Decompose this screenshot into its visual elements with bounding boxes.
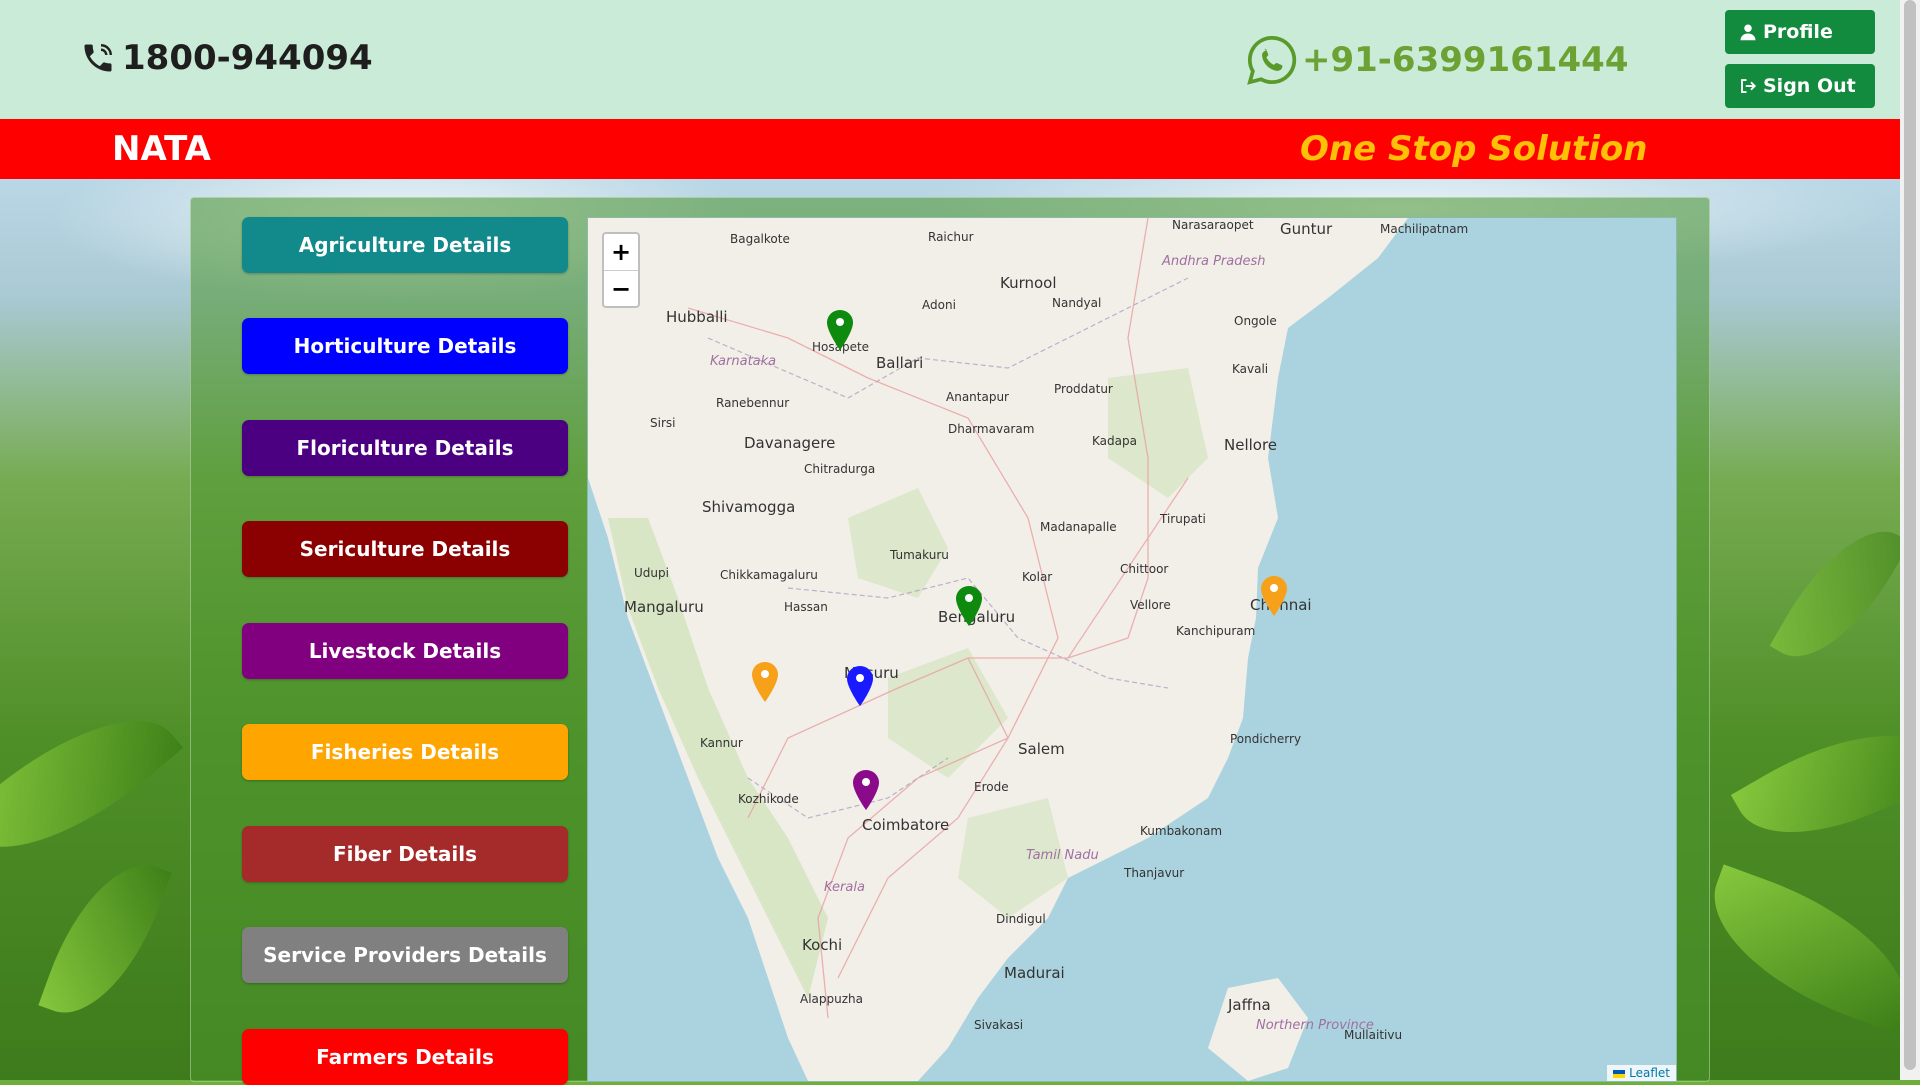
- map-label: Kochi: [802, 936, 843, 954]
- map-label: Dharmavaram: [948, 422, 1035, 436]
- map-label: Hassan: [784, 600, 828, 614]
- map-label: Kumbakonam: [1140, 824, 1223, 838]
- farmers-details-button[interactable]: Farmers Details: [242, 1029, 568, 1085]
- map-label: Chikkamagaluru: [720, 568, 818, 582]
- map-label: Anantapur: [946, 390, 1009, 404]
- zoom-out-button[interactable]: −: [604, 271, 638, 307]
- map-label: Thanjavur: [1124, 866, 1185, 880]
- service-providers-details-button[interactable]: Service Providers Details: [242, 927, 568, 983]
- brand-banner: NATA One Stop Solution: [0, 119, 1900, 179]
- map-label: Kavali: [1232, 362, 1269, 376]
- livestock-details-button[interactable]: Livestock Details: [242, 623, 568, 679]
- map-label: Mullaitivu: [1344, 1028, 1403, 1042]
- scrollbar-thumb[interactable]: [1904, 0, 1916, 1070]
- map-label: Ballari: [876, 354, 924, 372]
- sign-out-button-label: Sign Out: [1763, 75, 1856, 97]
- map-basemap: [588, 218, 1408, 1081]
- map-label: Sirsi: [650, 416, 676, 430]
- map-label: Kerala: [824, 880, 865, 895]
- map-label: Kurnool: [1000, 274, 1057, 292]
- map-label: Karnataka: [710, 354, 777, 369]
- map-label: Tirupati: [1160, 512, 1206, 526]
- sign-out-icon: [1741, 79, 1757, 93]
- helpline: 1800-944094: [80, 38, 373, 78]
- sericulture-details-button[interactable]: Sericulture Details: [242, 521, 568, 577]
- user-icon: [1740, 24, 1756, 41]
- phone-icon: [84, 44, 112, 72]
- marker-agriculture-bengaluru[interactable]: [956, 586, 982, 626]
- helpline-number: 1800-944094: [122, 38, 373, 78]
- fisheries-details-button[interactable]: Fisheries Details: [242, 724, 568, 780]
- map-label: Machilipatnam: [1380, 222, 1469, 236]
- fiber-details-button[interactable]: Fiber Details: [242, 826, 568, 882]
- map-label: Coimbatore: [862, 816, 950, 834]
- map-label: Erode: [974, 780, 1009, 794]
- map-label: Raichur: [928, 230, 974, 244]
- map-label: Madanapalle: [1040, 520, 1117, 534]
- map-label: Mangaluru: [624, 598, 704, 616]
- map-label: Bagalkote: [730, 232, 790, 246]
- map-label: Ongole: [1234, 314, 1277, 328]
- map-label: Dindigul: [996, 912, 1046, 926]
- sign-out-button[interactable]: Sign Out: [1725, 64, 1875, 108]
- map-label: Narasaraopet: [1172, 218, 1254, 232]
- map-label: Salem: [1018, 740, 1065, 758]
- top-contact-bar: 1800-944094 +91-6399161444 Profile Sign …: [0, 0, 1900, 119]
- map-attribution[interactable]: Leaflet: [1607, 1065, 1676, 1081]
- map-label: Nellore: [1224, 436, 1278, 454]
- map-label: Kadapa: [1092, 434, 1137, 448]
- map-label: Adoni: [922, 298, 956, 312]
- map-label: Alappuzha: [800, 992, 863, 1006]
- map-label: Kannur: [700, 736, 743, 750]
- map-label: Chittoor: [1120, 562, 1169, 576]
- map-label: Nandyal: [1052, 296, 1102, 310]
- marker-agriculture-hosapete[interactable]: [827, 310, 853, 350]
- profile-button[interactable]: Profile: [1725, 10, 1875, 54]
- agriculture-details-button[interactable]: Agriculture Details: [242, 217, 568, 273]
- floriculture-details-button[interactable]: Floriculture Details: [242, 420, 568, 476]
- map-label: Udupi: [634, 566, 669, 580]
- map-label: Hubballi: [666, 308, 728, 326]
- map-label: Tamil Nadu: [1026, 848, 1099, 863]
- map-label: Andhra Pradesh: [1162, 254, 1266, 269]
- horticulture-details-button[interactable]: Horticulture Details: [242, 318, 568, 374]
- zoom-in-button[interactable]: +: [604, 234, 638, 271]
- map-label: Kozhikode: [738, 792, 799, 806]
- map-label: Proddatur: [1054, 382, 1113, 396]
- marker-fisheries-kodagu[interactable]: [752, 662, 778, 702]
- whatsapp-number: +91-6399161444: [1302, 40, 1629, 80]
- map-label: Davanagere: [744, 434, 836, 452]
- ukraine-flag-icon: [1613, 1069, 1626, 1078]
- map-label: Tumakuru: [890, 548, 949, 562]
- marker-horticulture-mysuru[interactable]: [847, 666, 873, 706]
- map-label: Ranebennur: [716, 396, 790, 410]
- map-label: Madurai: [1004, 964, 1065, 982]
- whatsapp-icon: [1247, 35, 1297, 85]
- brand-title: NATA: [112, 129, 211, 169]
- map-label: Vellore: [1130, 598, 1171, 612]
- zoom-control: + −: [602, 232, 640, 308]
- map-label: Jaffna: [1228, 996, 1271, 1014]
- whatsapp-contact: +91-6399161444: [1244, 32, 1629, 88]
- map-label: Pondicherry: [1230, 732, 1302, 746]
- attribution-link[interactable]: Leaflet: [1629, 1066, 1670, 1080]
- map-label: Kanchipuram: [1176, 624, 1256, 638]
- map-label: Kolar: [1022, 570, 1053, 584]
- marker-livestock-coimbatore[interactable]: [853, 770, 879, 810]
- map-label: Guntur: [1280, 220, 1333, 238]
- marker-fisheries-chennai[interactable]: [1261, 576, 1287, 616]
- map-label: Chitradurga: [804, 462, 876, 476]
- brand-tagline: One Stop Solution: [1300, 129, 1648, 169]
- profile-button-label: Profile: [1763, 21, 1833, 43]
- map-view[interactable]: Narasaraopet Guntur Machilipatnam Bagalk…: [587, 217, 1677, 1082]
- map-label: Sivakasi: [974, 1018, 1024, 1032]
- map-label: Shivamogga: [702, 498, 796, 516]
